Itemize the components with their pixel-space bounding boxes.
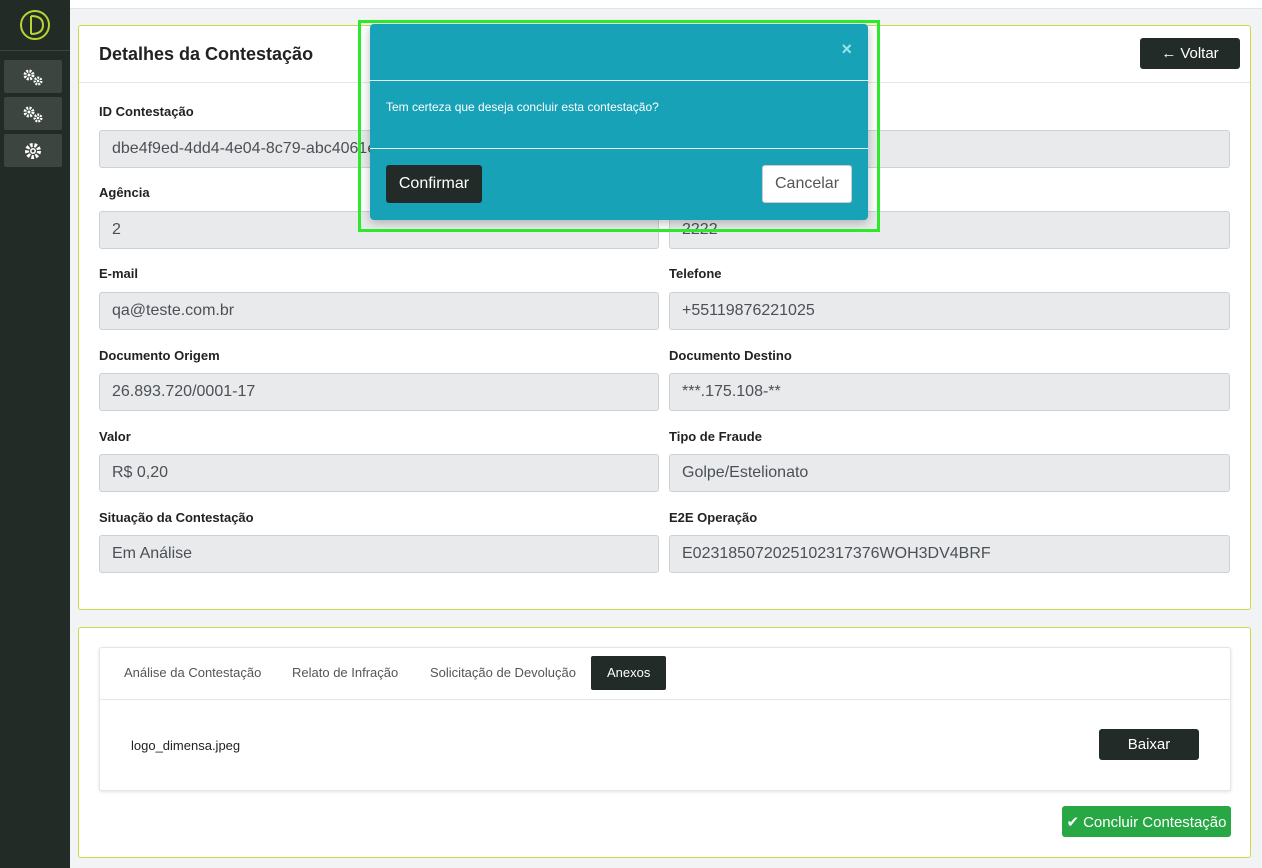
cancel-button[interactable]: Cancelar — [762, 165, 852, 203]
gears-icon — [23, 106, 43, 123]
doc-origem-label: Documento Origem — [99, 348, 220, 363]
sidebar-item-settings-2[interactable] — [4, 97, 62, 130]
valor-label: Valor — [99, 429, 131, 444]
email-field[interactable]: qa@teste.com.br — [99, 292, 659, 330]
top-bar — [70, 0, 1262, 9]
gears-icon — [23, 69, 43, 86]
page-title: Detalhes da Contestação — [99, 44, 314, 64]
back-button[interactable]: ← Voltar — [1140, 38, 1240, 69]
e2e-label: E2E Operação — [669, 510, 758, 525]
download-button[interactable]: Baixar — [1099, 729, 1199, 760]
gear-icon — [25, 142, 41, 159]
modal-divider-bottom — [370, 148, 868, 149]
close-icon[interactable]: × — [841, 40, 852, 58]
confirm-modal: × Tem certeza que deseja concluir esta c… — [370, 24, 868, 220]
telefone-label: Telefone — [669, 266, 722, 281]
modal-message: Tem certeza que deseja concluir esta con… — [386, 100, 659, 114]
check-icon: ✔ — [1066, 813, 1080, 831]
tabs-card: Análise da Contestação Relato de Infraçã… — [78, 627, 1251, 858]
doc-origem-field[interactable]: 26.893.720/0001-17 — [99, 373, 659, 411]
email-label: E-mail — [99, 266, 139, 281]
attachment-file-name: logo_dimensa.jpeg — [131, 738, 241, 753]
valor-field[interactable]: R$ 0,20 — [99, 454, 659, 492]
arrow-left-icon: ← — [1161, 45, 1177, 62]
tipo-fraude-label: Tipo de Fraude — [669, 429, 762, 444]
e2e-field[interactable]: E02318507202510231737​6WOH3DV4BRF — [669, 535, 1230, 573]
conclude-button[interactable]: ✔ Concluir Contestação — [1062, 806, 1231, 837]
tab-analise[interactable]: Análise da Contestação — [124, 648, 261, 700]
tipo-fraude-field[interactable]: Golpe/Estelionato — [669, 454, 1230, 492]
sidebar-item-settings-1[interactable] — [4, 60, 62, 93]
sidebar-item-settings-3[interactable] — [4, 134, 62, 167]
logo-area — [0, 0, 70, 51]
sidebar — [0, 0, 70, 868]
telefone-field[interactable]: +55119876221025 — [669, 292, 1230, 330]
tabs-panel: Análise da Contestação Relato de Infraçã… — [99, 647, 1231, 791]
doc-destino-field[interactable]: ***.175.108-** — [669, 373, 1230, 411]
logo-icon — [20, 10, 50, 40]
doc-destino-label: Documento Destino — [669, 348, 792, 363]
back-label: Voltar — [1180, 45, 1219, 62]
conclude-label: Concluir Contestação — [1083, 813, 1227, 831]
id-label: ID Contestação — [99, 104, 194, 119]
tab-relato[interactable]: Relato de Infração — [292, 648, 398, 700]
confirm-button[interactable]: Confirmar — [386, 165, 482, 203]
tab-anexos[interactable]: Anexos — [591, 656, 667, 690]
tab-bar: Análise da Contestação Relato de Infraçã… — [100, 648, 1230, 700]
situacao-label: Situação da Contestação — [99, 510, 254, 525]
tab-devolucao[interactable]: Solicitação de Devolução — [430, 648, 576, 700]
modal-divider-top — [370, 80, 868, 81]
situacao-field[interactable]: Em Análise — [99, 535, 659, 573]
agencia-label: Agência — [99, 185, 150, 200]
